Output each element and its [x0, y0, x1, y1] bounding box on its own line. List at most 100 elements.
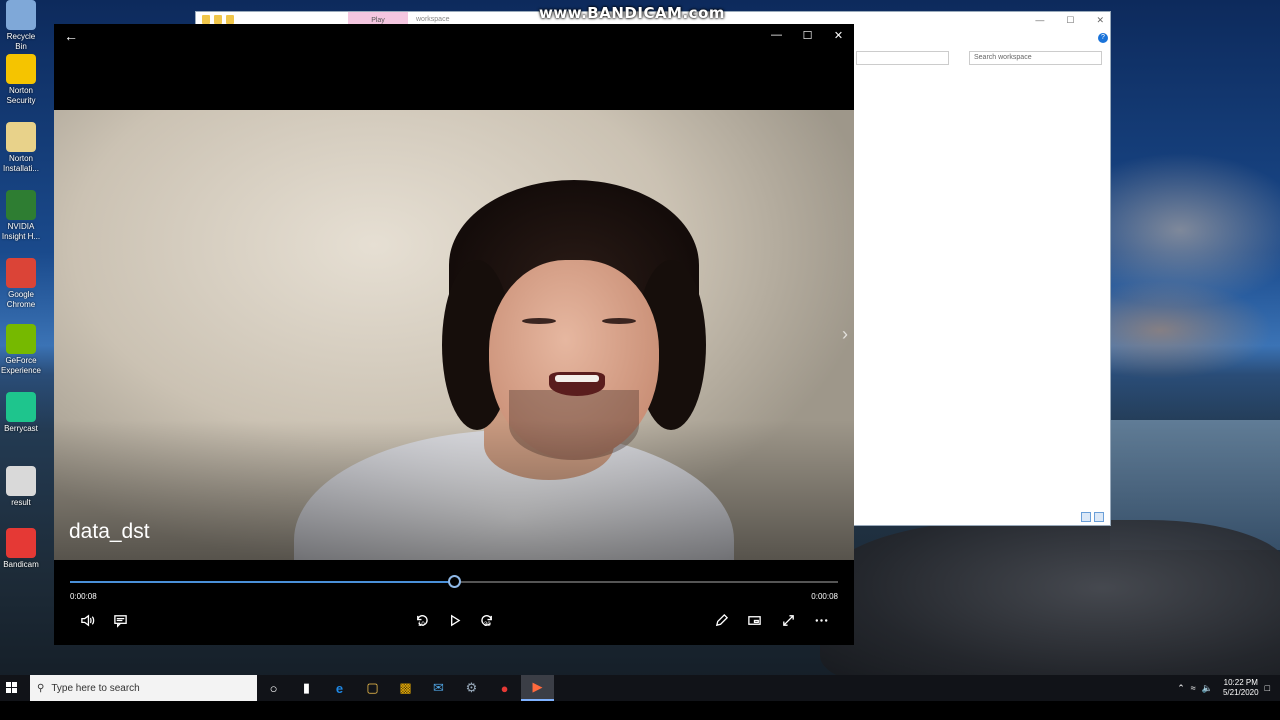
skip-forward-seconds: 30: [484, 622, 491, 628]
skip-back-button[interactable]: 10: [410, 610, 432, 630]
desktop-icon[interactable]: Norton Security: [0, 54, 42, 106]
video-frame[interactable]: › data_dst: [54, 110, 854, 560]
view-toggles: [1081, 512, 1104, 522]
fullscreen-button[interactable]: [777, 610, 799, 630]
taskbar-search-box[interactable]: ⚲ Type here to search: [30, 675, 257, 701]
skip-forward-button[interactable]: 30: [476, 610, 498, 630]
close-icon[interactable]: ✕: [823, 24, 854, 46]
large-icons-view-icon[interactable]: [1094, 512, 1104, 522]
explorer-search-input[interactable]: Search workspace: [969, 51, 1102, 65]
clock-date: 5/21/2020: [1222, 688, 1259, 697]
desktop-icon-label: Recycle Bin: [6, 32, 36, 51]
address-bar[interactable]: [856, 51, 949, 65]
system-tray: ⌃ ≈ 🔈 10:22 PM 5/21/2020 □: [1177, 675, 1280, 701]
taskbar: ⚲ Type here to search ○ ▮ e ▢ ▩ ✉ ⚙ ● ▶ …: [0, 675, 1280, 701]
wallpaper-rocks: [820, 520, 1280, 690]
more-options-button[interactable]: [810, 610, 832, 630]
properties-icon: [214, 15, 222, 24]
desktop-icon-label: result: [11, 498, 31, 507]
desktop-icon[interactable]: Berrycast: [0, 392, 42, 434]
bandicam-icon: [6, 528, 36, 558]
bottom-letterbox: [0, 701, 1280, 720]
search-icon: ⚲: [37, 682, 45, 694]
desktop-icon-label: Bandicam: [3, 560, 39, 569]
details-view-icon[interactable]: [1081, 512, 1091, 522]
chevron-up-icon[interactable]: ⌃: [1177, 683, 1185, 694]
movies-tv-icon[interactable]: ▶: [521, 675, 554, 701]
berrycast-icon: [6, 392, 36, 422]
geforce-icon: [6, 324, 36, 354]
windows-icon: [6, 682, 17, 693]
video-gradient-overlay: [54, 420, 854, 560]
mail-icon[interactable]: ✉: [422, 675, 455, 701]
desktop-icon[interactable]: result: [0, 466, 42, 508]
clock-time: 10:22 PM: [1223, 678, 1258, 687]
play-icon: [450, 614, 460, 626]
desktop-icon[interactable]: Recycle Bin: [0, 0, 42, 52]
more-icon: [815, 618, 827, 622]
desktop-icon[interactable]: Google Chrome: [0, 258, 42, 310]
minimize-icon[interactable]: —: [761, 24, 792, 46]
desktop-icon[interactable]: Bandicam: [0, 528, 42, 570]
desktop-icon[interactable]: GeForce Experience: [0, 324, 42, 376]
play-button[interactable]: [443, 610, 465, 630]
explorer-window-controls: — ☐ ✕: [1035, 15, 1104, 26]
seek-bar[interactable]: [70, 575, 838, 588]
volume-button[interactable]: [76, 610, 98, 630]
player-window-controls: — ☐ ✕: [761, 24, 854, 46]
skip-back-seconds: 10: [418, 622, 425, 628]
norton-installer-icon: [6, 122, 36, 152]
desktop-icon-label: Norton Security: [6, 86, 36, 105]
volume-icon: [80, 614, 94, 626]
mini-view-icon: [747, 615, 761, 625]
help-icon[interactable]: ?: [1098, 33, 1108, 43]
nvidia-insight-icon: [6, 190, 36, 220]
edge-icon[interactable]: e: [323, 675, 356, 701]
cortana-icon[interactable]: ○: [257, 675, 290, 701]
seek-thumb[interactable]: [448, 575, 461, 588]
video-subject-mouth: [549, 372, 605, 396]
desktop-icon-label: GeForce Experience: [0, 356, 42, 375]
mini-view-button[interactable]: [743, 610, 765, 630]
video-player-window[interactable]: ← — ☐ ✕ › data_dst 0:00:08 0:00:08 10 30: [54, 24, 854, 645]
next-video-icon[interactable]: ›: [842, 324, 848, 345]
total-duration: 0:00:08: [811, 592, 838, 601]
video-subject-eye: [602, 318, 636, 324]
maximize-icon[interactable]: ☐: [792, 24, 823, 46]
fullscreen-icon: [782, 614, 794, 626]
taskbar-search-placeholder: Type here to search: [51, 682, 140, 694]
folder-icon: [226, 15, 234, 24]
chrome-icon: [6, 258, 36, 288]
bandicam-watermark: www.BANDICAM.com: [539, 4, 726, 22]
quick-access-toolbar: [202, 15, 234, 24]
network-icon[interactable]: ≈: [1191, 683, 1196, 693]
clock[interactable]: 10:22 PM 5/21/2020: [1223, 678, 1259, 698]
subtitles-button[interactable]: [109, 610, 131, 630]
maximize-icon[interactable]: ☐: [1066, 15, 1074, 26]
desktop-icon[interactable]: NVIDIA Insight H...: [0, 190, 42, 242]
subtitles-icon: [113, 614, 127, 628]
steam-icon[interactable]: ⚙: [455, 675, 488, 701]
norton-icon: [6, 54, 36, 84]
notifications-icon[interactable]: □: [1265, 683, 1270, 693]
explorer-title: workspace: [416, 16, 450, 23]
desktop-icon[interactable]: Norton Installati...: [0, 122, 42, 174]
recycle-bin-icon: [6, 0, 36, 30]
close-icon[interactable]: ✕: [1096, 15, 1104, 26]
start-button[interactable]: [0, 675, 24, 701]
file-explorer-icon[interactable]: ▢: [356, 675, 389, 701]
pencil-icon: [715, 613, 728, 626]
volume-icon[interactable]: 🔈: [1202, 683, 1213, 694]
edit-button[interactable]: [710, 610, 732, 630]
minimize-icon[interactable]: —: [1035, 15, 1044, 26]
bandicam-taskbar-icon[interactable]: ●: [488, 675, 521, 701]
task-view-icon[interactable]: ▮: [290, 675, 323, 701]
desktop-icon-label: NVIDIA Insight H...: [1, 222, 41, 241]
video-subject-eye: [522, 318, 556, 324]
store-icon[interactable]: ▩: [389, 675, 422, 701]
desktop-icon-label: Google Chrome: [6, 290, 36, 309]
back-arrow-icon[interactable]: ←: [64, 28, 78, 44]
seek-bar-progress: [70, 581, 454, 583]
file-icon: [6, 466, 36, 496]
folder-icon: [202, 15, 210, 24]
